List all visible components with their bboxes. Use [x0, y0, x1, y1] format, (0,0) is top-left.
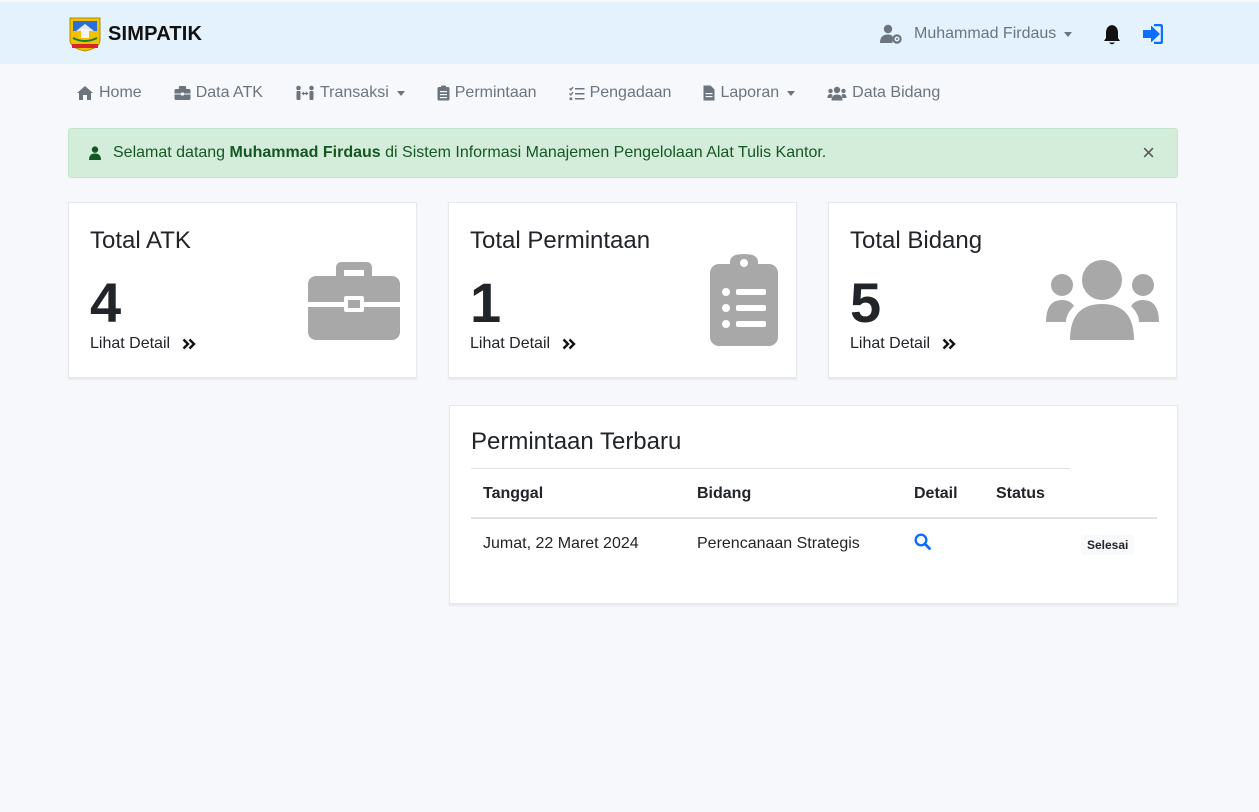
- main-nav: Home Data ATK Transaksi Permintaan Penga…: [68, 80, 972, 106]
- nav-pengadaan[interactable]: Pengadaan: [568, 84, 671, 102]
- users-icon: [1046, 260, 1159, 340]
- cell-bidang: Perencanaan Strategis: [697, 535, 860, 552]
- clipboard-icon: [437, 85, 450, 101]
- user-icon: [89, 146, 101, 160]
- logout-icon[interactable]: [1141, 24, 1163, 44]
- column-header-detail: Detail: [914, 485, 958, 502]
- users-icon: [827, 86, 847, 100]
- lihat-detail-link[interactable]: Lihat Detail: [850, 335, 956, 353]
- nav-transaksi[interactable]: Transaksi: [295, 84, 405, 102]
- stat-value: 5: [850, 271, 882, 334]
- column-header-status: Status: [996, 485, 1045, 502]
- people-arrows-icon: [296, 85, 314, 100]
- list-check-icon: [568, 86, 585, 100]
- brand-title: SIMPATIK: [108, 22, 203, 45]
- double-chevron-right-icon: [182, 338, 196, 350]
- nav-data-bidang[interactable]: Data Bidang: [827, 84, 940, 102]
- welcome-alert: Selamat datang Muhammad Firdaus di Siste…: [68, 128, 1178, 178]
- double-chevron-right-icon: [942, 338, 956, 350]
- cell-tanggal: Jumat, 22 Maret 2024: [483, 535, 639, 552]
- stat-title: Total Permintaan: [470, 227, 651, 254]
- chevron-down-icon: [396, 90, 405, 96]
- user-cog-icon: [880, 24, 902, 44]
- nav-laporan[interactable]: Laporan: [703, 84, 796, 102]
- chevron-down-icon: [1064, 31, 1073, 37]
- briefcase-icon: [308, 262, 400, 340]
- lihat-detail-link[interactable]: Lihat Detail: [470, 335, 576, 353]
- column-header-tanggal: Tanggal: [483, 485, 544, 502]
- alert-text: Selamat datang Muhammad Firdaus di Siste…: [113, 144, 827, 161]
- nav-permintaan[interactable]: Permintaan: [437, 84, 537, 102]
- nav-data-atk[interactable]: Data ATK: [174, 84, 263, 102]
- stat-title: Total Bidang: [850, 227, 983, 254]
- divider: [471, 517, 1157, 519]
- home-icon: [77, 86, 93, 100]
- brand[interactable]: SIMPATIK: [68, 16, 202, 52]
- section-title: Permintaan Terbaru: [471, 428, 682, 455]
- file-icon: [703, 85, 715, 101]
- user-name: Muhammad Firdaus: [914, 25, 1057, 42]
- column-header-bidang: Bidang: [697, 485, 752, 502]
- stat-value: 4: [90, 271, 122, 334]
- close-icon[interactable]: ×: [1142, 142, 1155, 164]
- top-navbar: SIMPATIK Muhammad Firdaus: [0, 2, 1259, 64]
- clipboard-list-icon: [710, 254, 778, 346]
- stat-card-total-atk: Total ATK 4 Lihat Detail: [68, 202, 417, 378]
- lihat-detail-link[interactable]: Lihat Detail: [90, 335, 196, 353]
- stat-card-total-permintaan: Total Permintaan 1 Lihat Detail: [448, 202, 797, 378]
- nav-home[interactable]: Home: [76, 84, 142, 102]
- stat-card-total-bidang: Total Bidang 5 Lihat Detail: [828, 202, 1177, 378]
- alert-user-name: Muhammad Firdaus: [229, 144, 381, 161]
- stat-title: Total ATK: [90, 227, 191, 254]
- logo-icon: [68, 16, 102, 52]
- chevron-down-icon: [787, 90, 796, 96]
- briefcase-icon: [174, 85, 191, 100]
- double-chevron-right-icon: [562, 338, 576, 350]
- status-badge: Selesai: [1081, 535, 1135, 555]
- user-menu[interactable]: Muhammad Firdaus: [880, 24, 1073, 44]
- stat-value: 1: [470, 271, 502, 334]
- recent-requests-card: Permintaan Terbaru Tanggal Bidang Detail…: [449, 405, 1178, 604]
- search-icon[interactable]: [914, 533, 931, 550]
- bell-icon[interactable]: [1102, 24, 1122, 46]
- divider: [471, 468, 1070, 469]
